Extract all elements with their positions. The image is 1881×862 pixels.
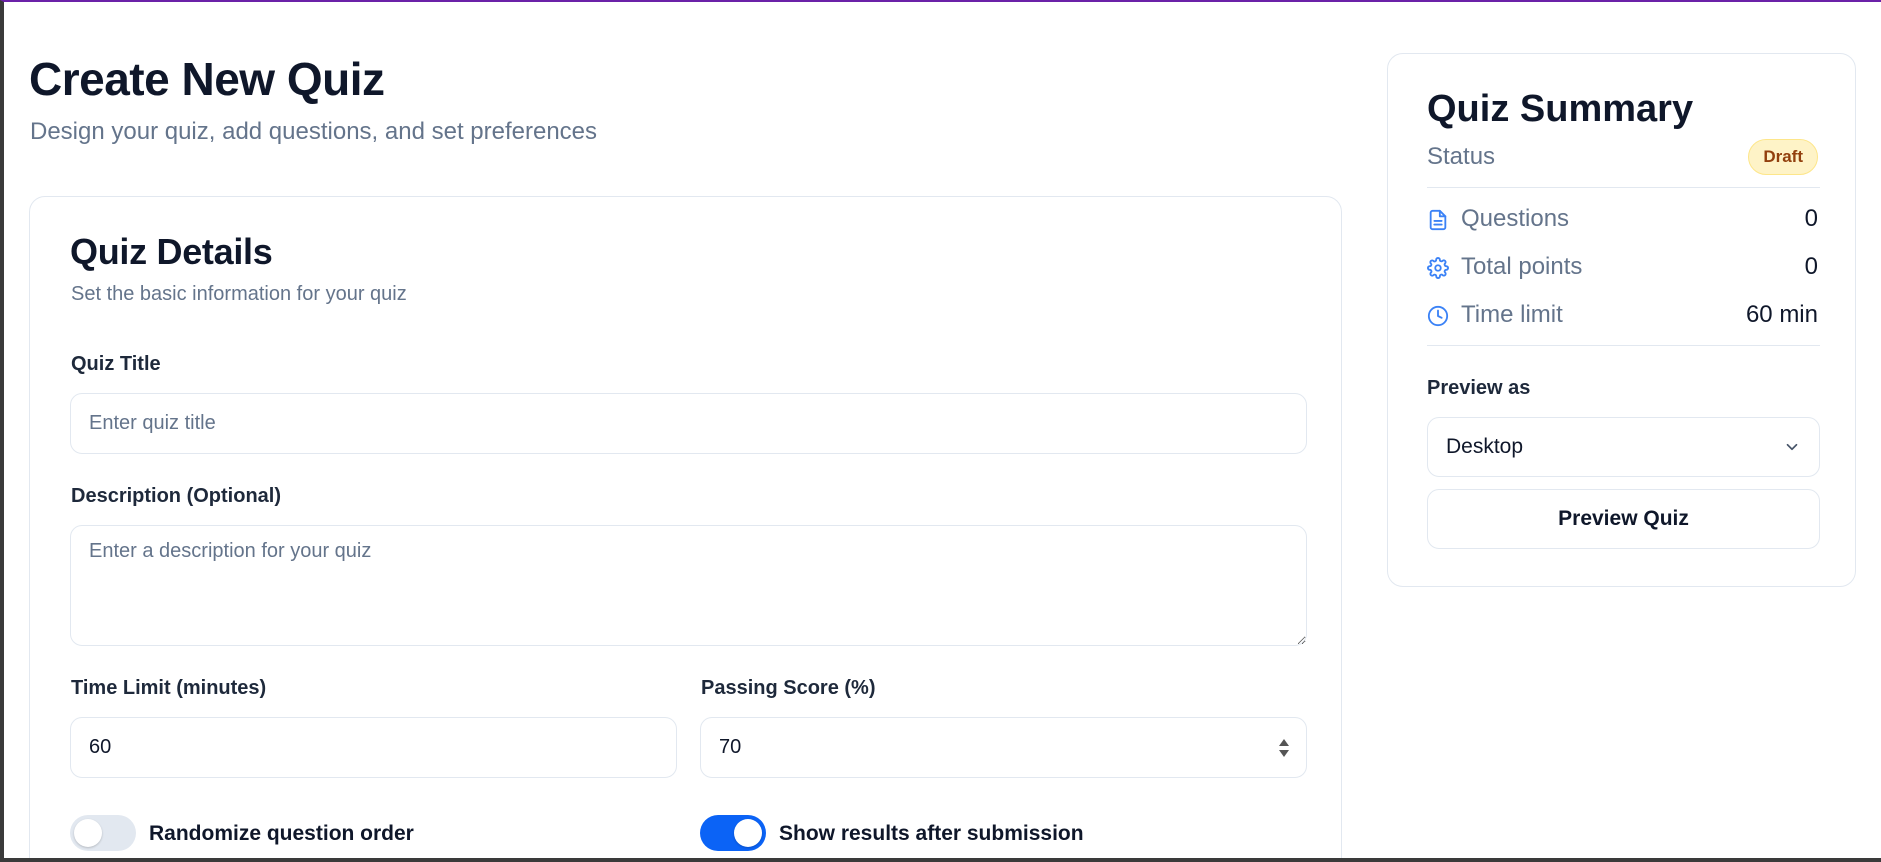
status-badge: Draft: [1748, 139, 1818, 175]
toggle-knob: [734, 819, 762, 847]
randomize-label: Randomize question order: [149, 822, 414, 845]
time-limit-summary-label: Time limit: [1461, 301, 1563, 328]
questions-value: 0: [1804, 205, 1818, 232]
preview-quiz-button[interactable]: Preview Quiz: [1427, 489, 1820, 549]
status-label: Status: [1427, 143, 1496, 170]
show-results-toggle[interactable]: [700, 815, 766, 851]
time-limit-summary-value: 60 min: [1745, 301, 1818, 328]
quiz-details-subtitle: Set the basic information for your quiz: [71, 283, 407, 305]
toggle-knob: [74, 819, 102, 847]
quiz-summary-title: Quiz Summary: [1427, 88, 1694, 130]
time-limit-input[interactable]: [70, 717, 677, 778]
quiz-details-card: Quiz Details Set the basic information f…: [29, 196, 1342, 858]
passing-score-input[interactable]: [700, 717, 1307, 778]
document-icon: [1429, 209, 1447, 231]
app-viewport: Create New Quiz Design your quiz, add qu…: [0, 0, 1881, 858]
clock-icon: [1427, 305, 1449, 327]
number-stepper-icon[interactable]: [1279, 738, 1289, 757]
total-points-value: 0: [1804, 253, 1818, 280]
quiz-title-label: Quiz Title: [71, 353, 161, 375]
quiz-summary-card: Quiz Summary Status Draft Questions 0 To…: [1387, 53, 1856, 587]
quiz-details-title: Quiz Details: [70, 231, 273, 272]
page-title: Create New Quiz: [29, 53, 385, 105]
divider: [1427, 345, 1820, 346]
description-textarea[interactable]: [70, 525, 1307, 646]
passing-score-label: Passing Score (%): [701, 677, 876, 699]
quiz-title-input[interactable]: [70, 393, 1307, 454]
questions-label: Questions: [1461, 205, 1570, 232]
divider: [1427, 187, 1820, 188]
randomize-toggle[interactable]: [70, 815, 136, 851]
passing-score-wrapper: [700, 717, 1307, 778]
preview-as-label: Preview as: [1427, 377, 1531, 399]
preview-as-select[interactable]: Desktop: [1427, 417, 1820, 477]
chevron-down-icon: [1786, 443, 1798, 451]
page-subtitle: Design your quiz, add questions, and set…: [30, 118, 598, 145]
gear-icon: [1427, 257, 1449, 279]
preview-as-value: Desktop: [1446, 435, 1524, 458]
total-points-label: Total points: [1461, 253, 1583, 280]
description-label: Description (Optional): [71, 485, 281, 507]
show-results-label: Show results after submission: [779, 822, 1084, 845]
time-limit-label: Time Limit (minutes): [71, 677, 267, 699]
